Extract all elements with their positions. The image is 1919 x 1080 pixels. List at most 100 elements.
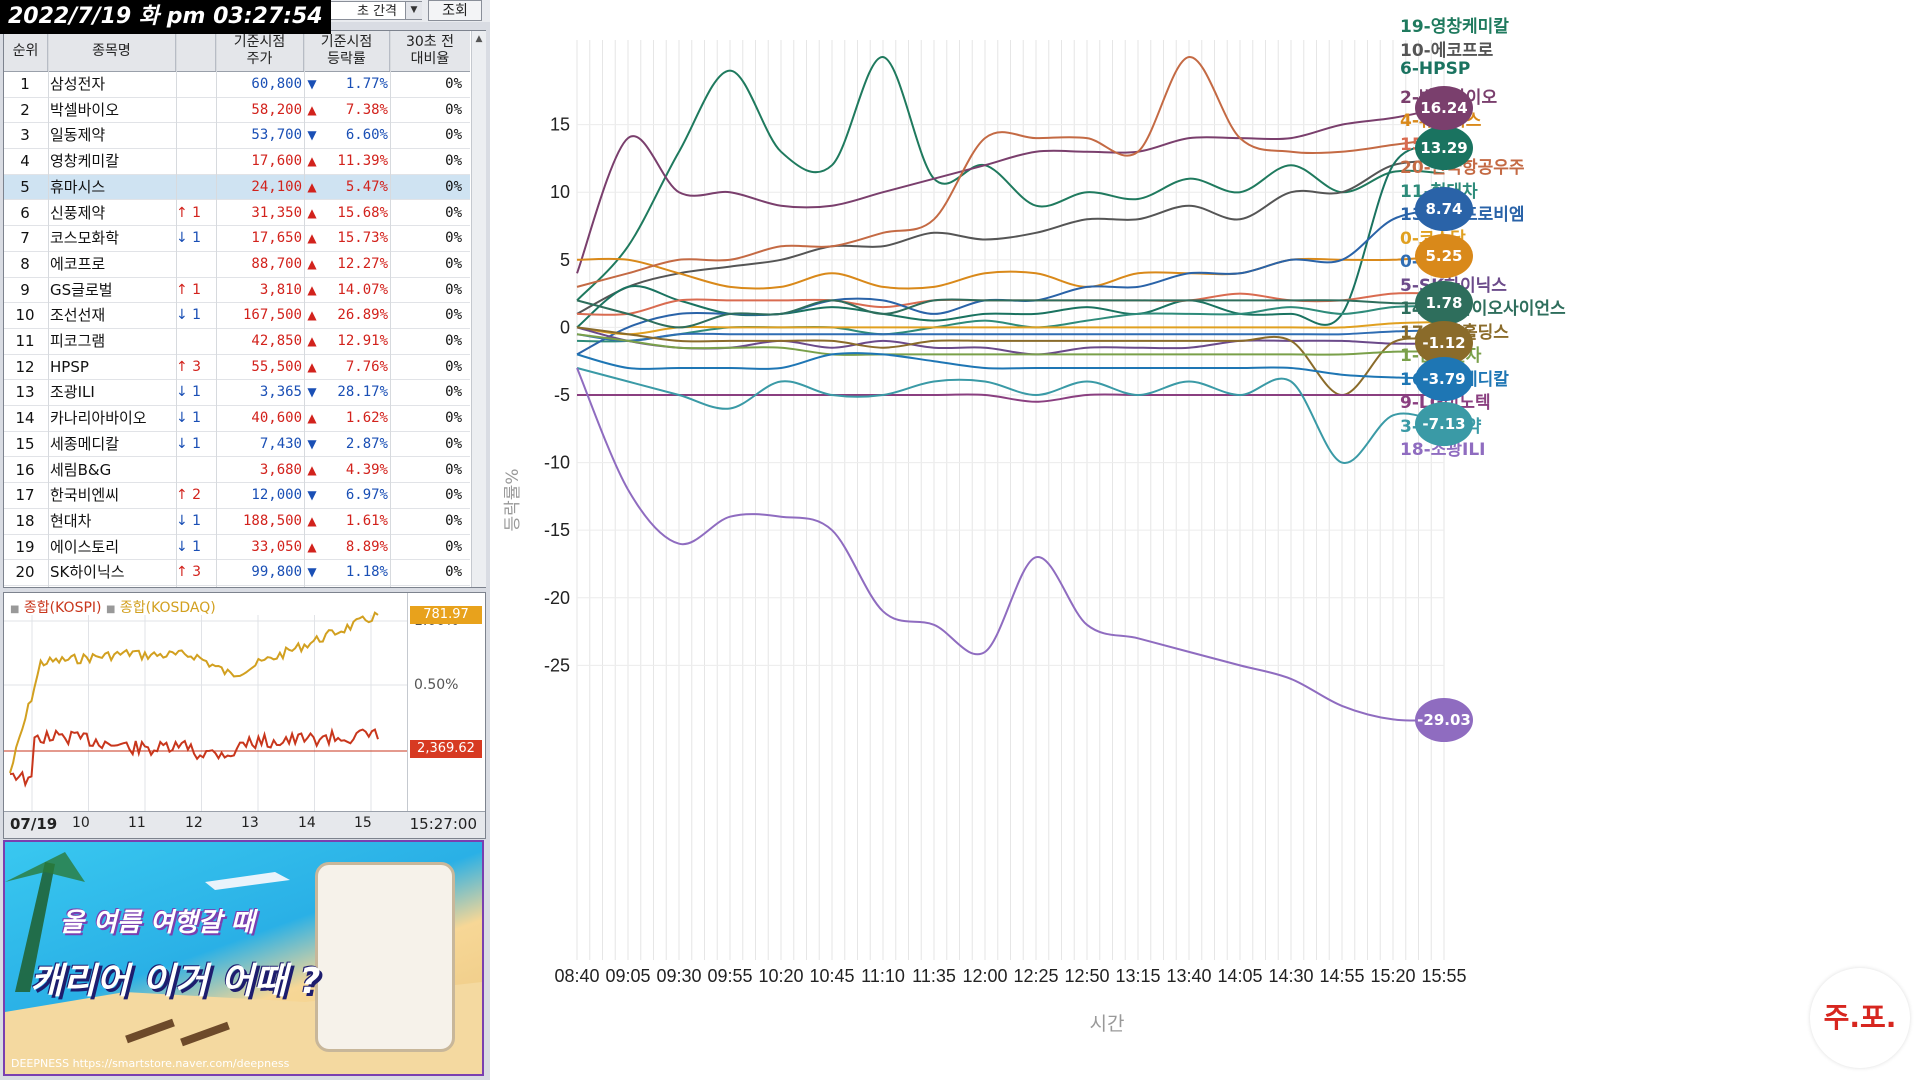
change-rate-cell: 1.62%	[345, 410, 388, 427]
x-tick-label: 10:20	[758, 966, 803, 986]
stock-name-cell: 에코프로	[50, 254, 106, 273]
rank-move-cell: ↑ 3	[176, 358, 202, 375]
table-row[interactable]: 1 삼성전자 60,800 ▼ 1.77% 0%	[4, 72, 470, 98]
table-row[interactable]: 17 한국비엔씨 ↑ 2 12,000 ▼ 6.97% 0%	[4, 483, 470, 509]
table-row[interactable]: 14 카나리아바이오 ↓ 1 40,600 ▲ 1.62% 0%	[4, 406, 470, 432]
rank-move-cell: ↓ 1	[176, 512, 202, 529]
query-button[interactable]: 조회	[428, 0, 482, 21]
mini-pct-mid: 0.50%	[414, 677, 459, 693]
change-rate-cell: 11.39%	[337, 153, 388, 170]
chevron-down-icon[interactable]: ▼	[405, 2, 422, 19]
x-tick-label: 12:50	[1064, 966, 1109, 986]
rank-cell: 18	[15, 511, 35, 530]
rank-move-cell	[176, 149, 216, 174]
rank-move-cell	[176, 329, 216, 354]
table-row[interactable]: 16 세림B&G 3,680 ▲ 4.39% 0%	[4, 458, 470, 484]
col-name[interactable]: 종목명	[48, 31, 176, 71]
col-rank[interactable]: 순위	[4, 31, 48, 71]
table-row[interactable]: 18 현대차 ↓ 1 188,500 ▲ 1.61% 0%	[4, 509, 470, 535]
mini-x-label: 15	[354, 815, 372, 831]
y-tick-label: 15	[550, 115, 570, 135]
value-bubble: 8.74	[1415, 187, 1473, 232]
table-row[interactable]: 5 휴마시스 24,100 ▲ 5.47% 0%	[4, 174, 470, 201]
mini-x-label: 14	[298, 815, 316, 831]
price-cell: 3,680	[259, 461, 302, 478]
advertisement-banner[interactable]: 올 여름 여행갈 때 캐리어 이거 어때 ? DEEPNESS https://…	[3, 840, 484, 1076]
rank-move-cell: ↓ 1	[176, 435, 202, 452]
rank-move-cell: ↑ 1	[176, 281, 202, 298]
x-tick-label: 13:15	[1115, 966, 1160, 986]
mini-x-label: 11	[128, 815, 146, 831]
table-row[interactable]: 13 조광ILI ↓ 1 3,365 ▼ 28.17% 0%	[4, 380, 470, 407]
channel-logo: 주.포.	[1810, 968, 1910, 1068]
chart-plot: 15 10 5 0 -5 -10 -15 -20 -25 08:40 09:05 09:30 09:55…	[503, 40, 1467, 1035]
rank-move-cell	[176, 98, 216, 123]
table-row[interactable]: 10 조선선재 ↓ 1 167,500 ▲ 26.89% 0%	[4, 303, 470, 329]
change-arrow-icon: ▲	[307, 205, 317, 220]
column-divider	[216, 31, 217, 587]
table-row[interactable]: 9 GS글로벌 ↑ 1 3,810 ▲ 14.07% 0%	[4, 278, 470, 304]
ad-tagline: 캐리어 이거 어때 ?	[30, 961, 321, 1002]
change-arrow-icon: ▲	[307, 334, 317, 348]
y-tick-label: 10	[550, 182, 570, 202]
table-row[interactable]: 2 박셀바이오 58,200 ▲ 7.38% 0%	[4, 98, 470, 124]
y-tick-label: -15	[544, 520, 570, 540]
datetime-overlay: 2022/7/19 화 pm 03:27:54	[0, 0, 331, 34]
table-row[interactable]: 15 세종메디칼 ↓ 1 7,430 ▼ 2.87% 0%	[4, 432, 470, 458]
stock-name-cell: 코스모화학	[50, 229, 120, 248]
x-tick-label: 10:45	[809, 966, 854, 986]
col-prev30[interactable]: 30초 전 대비율	[390, 31, 470, 71]
price-cell: 17,600	[251, 153, 302, 170]
table-header: 순위 종목명 기준시점 주가 기준시점 등락률 30초 전 대비율	[4, 31, 470, 72]
rank-move-cell: ↓ 1	[176, 384, 202, 401]
value-bubble: 13.29	[1415, 125, 1473, 170]
mini-plot	[4, 611, 407, 811]
col-change[interactable]: 기준시점 등락률	[304, 31, 390, 71]
table-row[interactable]: 8 에코프로 88,700 ▲ 12.27% 0%	[4, 252, 470, 278]
change-rate-cell: 7.38%	[345, 101, 388, 118]
stock-name-cell: 카나리아바이오	[50, 409, 147, 428]
mini-time-axis: 07/19 10 11 12 13 14 15 15:27:00	[4, 811, 485, 838]
change-arrow-icon: ▲	[307, 256, 317, 271]
ad-headline: 올 여름 여행갈 때	[60, 908, 255, 938]
ad-url[interactable]: DEEPNESS https://smartstore.naver.com/de…	[11, 1057, 289, 1070]
table-row[interactable]: 19 에이스토리 ↓ 1 33,050 ▲ 8.89% 0%	[4, 535, 470, 561]
table-row[interactable]: 12 HPSP ↑ 3 55,500 ▲ 7.76% 0%	[4, 355, 470, 381]
price-cell: 3,810	[259, 281, 302, 298]
table-row[interactable]: 7 코스모화학 ↓ 1 17,650 ▲ 15.73% 0%	[4, 226, 470, 252]
table-row[interactable]: 20 SK하이닉스 ↑ 3 99,800 ▼ 1.18% 0%	[4, 560, 470, 586]
change-arrow-icon: ▲	[307, 308, 317, 323]
stock-name-cell: 현대차	[50, 511, 92, 530]
prev30-cell: 0%	[445, 538, 462, 555]
x-tick-label: 15:20	[1370, 966, 1415, 986]
table-row[interactable]: 4 영창케미칼 17,600 ▲ 11.39% 0%	[4, 149, 470, 175]
change-rate-cell: 8.89%	[345, 538, 388, 555]
ranking-table: 순위 종목명 기준시점 주가 기준시점 등락률 30초 전 대비율 1 삼성전자 6…	[3, 30, 486, 588]
x-tick-label: 09:55	[707, 966, 752, 986]
price-cell: 33,050	[251, 538, 302, 555]
rank-move-cell	[176, 123, 216, 148]
x-tick-label: 11:10	[861, 966, 905, 986]
rank-move-cell: ↓ 1	[176, 230, 202, 247]
scroll-up-icon[interactable]: ▲	[472, 31, 486, 47]
table-row[interactable]: 6 신풍제약 ↑ 1 31,350 ▲ 15.68% 0%	[4, 201, 470, 227]
change-rate-cell: 1.18%	[345, 564, 388, 581]
table-row[interactable]: 3 일동제약 53,700 ▼ 6.60% 0%	[4, 123, 470, 150]
stock-name-cell: 휴마시스	[50, 177, 106, 196]
rank-move-cell: ↓ 1	[176, 307, 202, 324]
stock-name-cell: SK하이닉스	[50, 563, 125, 582]
price-cell: 99,800	[251, 564, 302, 581]
change-arrow-icon: ▼	[307, 77, 317, 91]
rank-cell: 9	[20, 280, 30, 299]
mini-time: 15:27:00	[409, 815, 477, 833]
price-cell: 53,700	[251, 127, 302, 144]
table-row[interactable]: 11 피코그램 42,850 ▲ 12.91% 0%	[4, 329, 470, 355]
rank-cell: 10	[15, 306, 35, 325]
prev30-cell: 0%	[445, 178, 462, 195]
rank-cell: 7	[20, 229, 30, 248]
rank-cell: 15	[15, 434, 35, 453]
prev30-cell: 0%	[445, 101, 462, 118]
prev30-cell: 0%	[445, 153, 462, 170]
col-price[interactable]: 기준시점 주가	[216, 31, 304, 71]
table-scrollbar[interactable]: ▲	[471, 31, 486, 587]
